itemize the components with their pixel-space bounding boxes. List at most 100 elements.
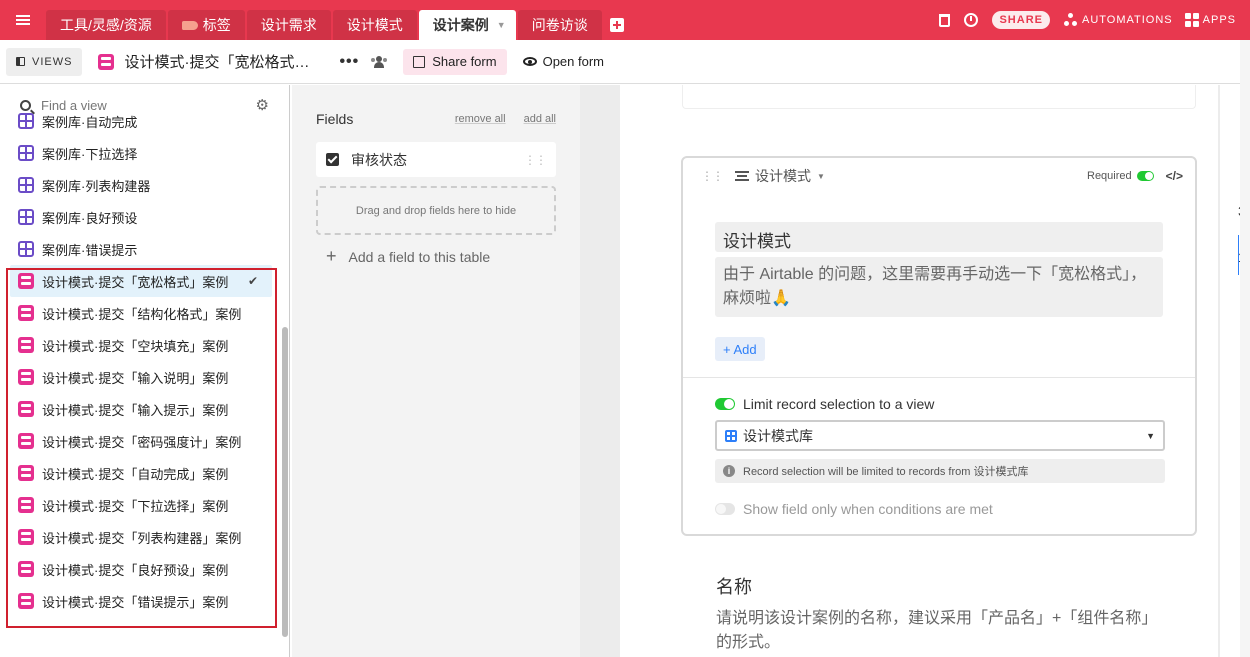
view-label: 案例库·下拉选择	[42, 146, 138, 162]
tab-label: 设计需求	[260, 17, 317, 33]
open-form-button[interactable]: Open form	[515, 54, 612, 69]
drag-handle-icon[interactable]: ⋮⋮	[701, 169, 724, 183]
limit-selection-toggle[interactable]	[715, 398, 735, 410]
grid-view-icon	[18, 209, 34, 225]
view-item[interactable]: 案例库·错误提示	[10, 233, 272, 265]
top-actions: SHARE AUTOMATIONS APPS	[939, 0, 1250, 40]
add-field-button[interactable]: + Add a field to this table	[326, 246, 490, 267]
view-select[interactable]: 设计模式库 ▼	[715, 420, 1165, 451]
more-options-icon[interactable]: •••	[339, 53, 359, 71]
divider	[683, 377, 1195, 378]
view-title: 设计模式·提交「宽松格式…	[124, 54, 310, 71]
views-sidebar: ⚙ 案例库·自动完成 案例库·下拉选择 案例库·列表构建器 案例库·良好预设 案…	[0, 85, 290, 657]
view-label: 案例库·错误提示	[42, 242, 138, 258]
grid-view-icon	[18, 113, 34, 129]
tab-design-cases[interactable]: 设计案例 ▼	[418, 10, 516, 40]
share-form-label: Share form	[432, 54, 497, 69]
sidebar-icon	[16, 57, 25, 66]
field-label-input[interactable]: 设计模式	[715, 222, 1163, 252]
chevron-down-icon[interactable]: ▼	[497, 20, 506, 30]
trash-icon[interactable]	[939, 13, 951, 27]
view-item[interactable]: 案例库·良好预设	[10, 201, 272, 233]
tab-label: 设计模式	[346, 17, 403, 33]
share-icon	[413, 55, 426, 68]
share-form-button[interactable]: Share form	[403, 48, 507, 75]
view-label: 案例库·自动完成	[42, 114, 138, 130]
hide-drop-zone[interactable]: Drag and drop fields here to hide	[316, 186, 556, 235]
tab-label: 问卷访谈	[531, 17, 588, 33]
form-field-name[interactable]: 名称 请说明该设计案例的名称，建议采用「产品名」+「组件名称」的形式。	[716, 573, 1156, 655]
previous-field-card[interactable]	[682, 85, 1196, 109]
automations-button[interactable]: AUTOMATIONS	[1063, 13, 1173, 27]
view-item[interactable]: 案例库·自动完成	[10, 105, 272, 137]
grid-view-icon	[18, 241, 34, 257]
code-icon[interactable]: </>	[1166, 169, 1183, 183]
tab-surveys[interactable]: 问卷访谈	[517, 10, 602, 40]
apps-icon	[1184, 13, 1199, 27]
apps-button[interactable]: APPS	[1184, 13, 1236, 27]
conditions-label: Show field only when conditions are met	[743, 501, 993, 517]
chevron-down-icon[interactable]: ▼	[817, 172, 825, 181]
selected-view-label: 设计模式库	[743, 427, 813, 444]
view-item[interactable]: 案例库·列表构建器	[10, 169, 272, 201]
field-description-input[interactable]: 由于 Airtable 的问题，这里需要再手动选一下「宽松格式」，麻烦啦🙏	[715, 257, 1163, 317]
linked-record-icon	[735, 171, 749, 181]
plus-icon: +	[326, 246, 337, 266]
tab-label: 工具/灵感/资源	[60, 17, 152, 33]
limit-selection-row[interactable]: Limit record selection to a view	[715, 396, 934, 412]
highlight-box	[6, 268, 277, 628]
field-name: 审核状态	[351, 151, 407, 168]
required-toggle[interactable]	[1136, 171, 1154, 181]
sidebar-scrollbar[interactable]	[282, 327, 288, 637]
required-label: Required	[1087, 170, 1132, 182]
add-table-icon[interactable]	[609, 18, 624, 32]
field-block-header: ⋮⋮ 设计模式 ▼ Required </>	[683, 158, 1195, 194]
tab-label: 标签	[202, 17, 231, 33]
form-field-design-pattern[interactable]: ⋮⋮ 设计模式 ▼ Required </> 设计模式 由于 Airtable …	[681, 156, 1197, 536]
automations-icon	[1063, 13, 1078, 27]
share-button[interactable]: SHARE	[992, 11, 1050, 29]
menu-icon[interactable]	[0, 0, 46, 40]
automations-label: AUTOMATIONS	[1081, 14, 1173, 26]
chevron-down-icon: ▼	[1146, 430, 1155, 441]
form-preview: ⋮⋮ 设计模式 ▼ Required </> 设计模式 由于 Airtable …	[580, 85, 1220, 657]
info-icon: i	[723, 465, 735, 477]
tab-tags[interactable]: 标签	[167, 10, 245, 40]
grid-view-icon	[18, 145, 34, 161]
add-field-label: Add a field to this table	[348, 248, 491, 265]
info-text: Record selection will be limited to reco…	[743, 466, 1029, 478]
table-tabs: 工具/灵感/资源 标签 设计需求 设计模式 设计案例 ▼ 问卷访谈	[46, 0, 624, 40]
view-label: 案例库·列表构建器	[42, 178, 151, 194]
apps-label: APPS	[1202, 14, 1236, 26]
form-page: ⋮⋮ 设计模式 ▼ Required </> 设计模式 由于 Airtable …	[620, 85, 1218, 657]
views-label: VIEWS	[32, 55, 73, 68]
conditions-row[interactable]: Show field only when conditions are met	[715, 501, 993, 517]
fields-title: Fields	[316, 111, 354, 127]
remove-all-link[interactable]: remove all	[455, 113, 506, 125]
fields-header: Fields remove all add all	[316, 111, 556, 127]
add-all-link[interactable]: add all	[524, 113, 556, 125]
field-label: 名称	[716, 577, 752, 597]
add-record-button[interactable]: + Add	[715, 337, 765, 361]
view-bar: VIEWS 设计模式·提交「宽松格式… ••• Share form Open …	[0, 40, 1240, 84]
view-label: 案例库·良好预设	[42, 210, 138, 226]
field-type-label[interactable]: 设计模式	[755, 166, 811, 186]
info-note: i Record selection will be limited to re…	[715, 459, 1165, 483]
drag-handle-icon[interactable]: ⋮⋮	[524, 153, 547, 167]
collaborators-icon[interactable]	[371, 55, 388, 68]
tab-design-needs[interactable]: 设计需求	[246, 10, 331, 40]
conditions-toggle[interactable]	[715, 503, 735, 515]
page-scrollbar[interactable]	[1240, 40, 1250, 657]
current-view[interactable]: 设计模式·提交「宽松格式…	[98, 51, 309, 72]
tag-icon	[181, 20, 198, 30]
drop-zone-text: Drag and drop fields here to hide	[355, 204, 517, 217]
views-toggle-button[interactable]: VIEWS	[6, 47, 83, 76]
tab-design-patterns[interactable]: 设计模式	[332, 10, 417, 40]
tab-tools[interactable]: 工具/灵感/资源	[46, 10, 166, 40]
hidden-field-card[interactable]: 审核状态 ⋮⋮	[316, 142, 556, 177]
grid-view-icon	[725, 429, 737, 442]
field-description: 请说明该设计案例的名称，建议采用「产品名」+「组件名称」的形式。	[716, 610, 1150, 651]
history-icon[interactable]	[964, 13, 979, 27]
view-item[interactable]: 案例库·下拉选择	[10, 137, 272, 169]
eye-icon	[522, 57, 537, 66]
